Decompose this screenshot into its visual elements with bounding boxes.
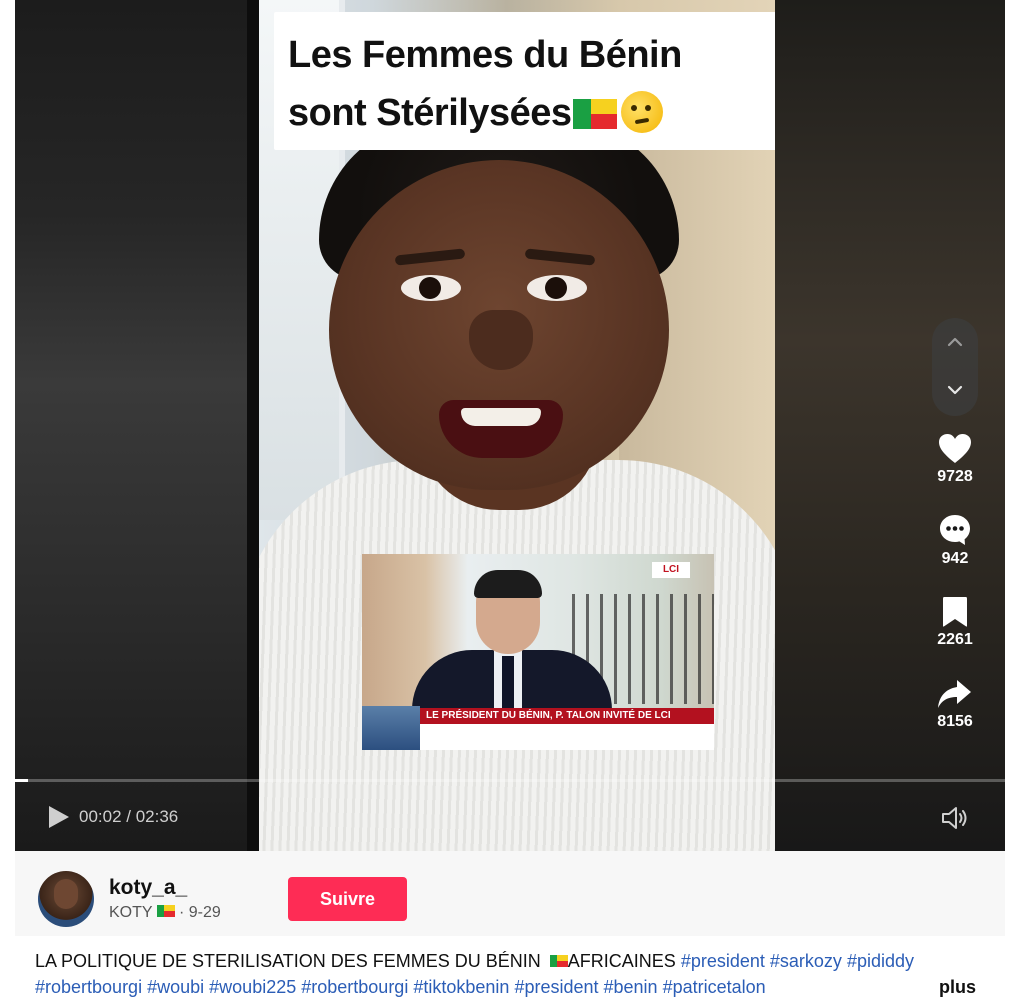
avatar-face [54, 879, 78, 909]
hashtag-link[interactable]: #robertbourgi [301, 977, 408, 997]
tv-news-inset: LCI LE PRÉSIDENT DU BÉNIN, P. TALON INVI… [362, 554, 714, 750]
hashtag-link[interactable]: #benin [604, 977, 658, 997]
left-eyebrow [394, 248, 466, 266]
teeth [461, 408, 541, 426]
avatar[interactable] [38, 871, 94, 927]
display-name: KOTY [109, 904, 153, 921]
left-eye [401, 275, 461, 301]
video-description: LA POLITIQUE DE STERILISATION DES FEMMES… [35, 948, 995, 1000]
post-date: 9-29 [188, 904, 221, 921]
video-time: 00:02 / 02:36 [79, 807, 179, 826]
scene-face [329, 160, 669, 490]
comment-button[interactable]: 942 [920, 513, 990, 569]
tv-tie [502, 656, 514, 712]
share-count: 8156 [937, 713, 973, 730]
hashtag-link[interactable]: #patricetalon [663, 977, 766, 997]
description-title-part1: LA POLITIQUE DE STERILISATION DES FEMMES… [35, 951, 546, 971]
bookmark-button[interactable]: 2261 [920, 596, 990, 650]
volume-icon[interactable] [941, 806, 969, 830]
heart-icon [939, 434, 971, 463]
hashtag-link[interactable]: #sarkozy [770, 951, 842, 971]
benin-flag-icon [156, 905, 175, 917]
video-progress-fill [15, 779, 28, 782]
right-eye [527, 275, 587, 301]
comment-count: 942 [941, 550, 969, 567]
like-count: 9728 [937, 468, 973, 485]
total-duration: 02:36 [135, 807, 179, 826]
right-eyebrow [524, 248, 596, 266]
caption-line-2: sont Stérilysées [288, 84, 775, 142]
bookmark-icon [943, 597, 967, 627]
video-navigation [932, 318, 978, 416]
separator: · [174, 904, 189, 921]
tv-headline-banner: LE PRÉSIDENT DU BÉNIN, P. TALON INVITÉ D… [420, 708, 714, 724]
chevron-up-icon[interactable] [945, 332, 965, 352]
author-meta: KOTY · 9-29 [109, 903, 221, 923]
hashtag-link[interactable]: #woubi [147, 977, 204, 997]
video-blur-background-left [15, 0, 247, 851]
video-player[interactable]: LCI LE PRÉSIDENT DU BÉNIN, P. TALON INVI… [15, 0, 1005, 851]
tv-guest-thumbnail [362, 706, 420, 750]
play-icon[interactable] [45, 804, 71, 830]
benin-flag-icon [549, 955, 568, 967]
mouth [439, 400, 563, 458]
comment-icon [940, 515, 970, 545]
current-time: 00:02 [79, 807, 122, 826]
chevron-down-icon[interactable] [945, 380, 965, 400]
caption-line-1: Les Femmes du Bénin [288, 34, 682, 76]
hashtag-link[interactable]: #woubi225 [209, 977, 296, 997]
bookmark-count: 2261 [937, 631, 973, 648]
description-title-part2: AFRICAINES [567, 951, 676, 971]
hashtag-link[interactable]: #president [681, 951, 765, 971]
share-button[interactable]: 8156 [920, 678, 990, 732]
benin-flag-icon [573, 99, 618, 129]
tv-hair [474, 570, 542, 598]
channel-logo: LCI [652, 562, 690, 578]
nose [469, 310, 533, 370]
hashtag-link[interactable]: #pididdy [847, 951, 914, 971]
hashtag-link[interactable]: #tiktokbenin [413, 977, 509, 997]
username[interactable]: koty_a_ [109, 875, 187, 901]
hashtag-link[interactable]: #president [514, 977, 598, 997]
share-arrow-icon [938, 680, 971, 708]
video-caption: Les Femmes du Bénin sont Stérilysées [274, 12, 775, 150]
show-more-button[interactable]: plus [939, 974, 976, 1000]
follow-button[interactable]: Suivre [288, 877, 407, 921]
tv-subtitle-lines [424, 726, 710, 748]
author-bar: koty_a_ KOTY · 9-29 Suivre [15, 851, 1005, 936]
video-scene: LCI LE PRÉSIDENT DU BÉNIN, P. TALON INVI… [259, 0, 775, 851]
caption-line-2-text: sont Stérilysées [288, 92, 572, 134]
like-button[interactable]: 9728 [920, 433, 990, 487]
video-progress-bar[interactable] [15, 779, 1005, 782]
video-frame[interactable]: LCI LE PRÉSIDENT DU BÉNIN, P. TALON INVI… [247, 0, 775, 851]
hashtag-link[interactable]: #robertbourgi [35, 977, 142, 997]
thinking-face-icon [621, 91, 664, 133]
